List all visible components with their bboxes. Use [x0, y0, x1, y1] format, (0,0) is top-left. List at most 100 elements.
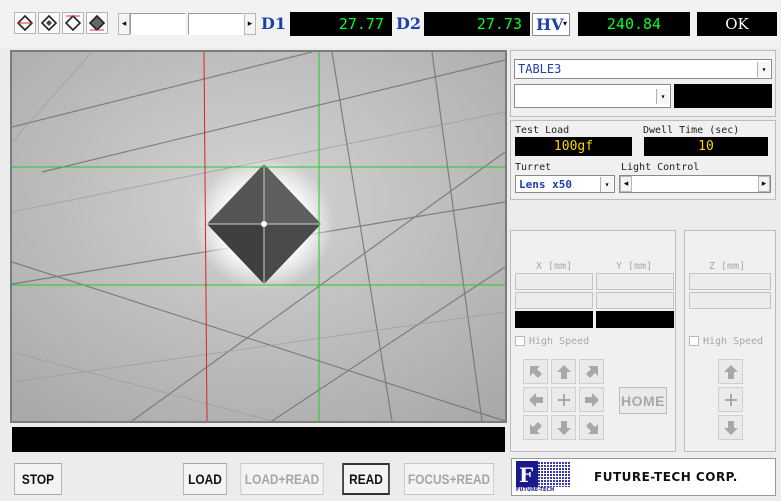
z-stage-panel: Z [mm] High Speed [684, 230, 776, 452]
diamond-icon [88, 14, 106, 32]
hardness-scale-select[interactable]: HV ▾ [532, 13, 570, 36]
y-position-display [596, 311, 674, 328]
plus-icon [724, 393, 737, 406]
load-read-button[interactable]: LOAD+READ [240, 463, 324, 495]
focus-read-button[interactable]: FOCUS+READ [403, 463, 495, 495]
test-load-label: Test Load [515, 125, 570, 136]
company-name: FUTURE-TECH CORP. [594, 470, 738, 484]
x-step-field[interactable] [515, 292, 593, 309]
diamond-tool-3-button[interactable] [62, 12, 84, 34]
d1-label: D1 [261, 14, 287, 33]
arrow-left-icon [528, 392, 543, 407]
arrow-up-icon [556, 364, 571, 379]
xy-stage-panel: X [mm] Y [mm] High Speed HOME [510, 230, 676, 452]
high-speed-z-label: High Speed [703, 336, 764, 347]
plus-icon [557, 393, 570, 406]
d1-readout: 27.77 [290, 12, 392, 36]
dwell-time-value: 10 [644, 137, 768, 156]
x-label: X [mm] [536, 261, 573, 272]
edit-field-2[interactable] [188, 13, 244, 35]
load-button[interactable]: LOAD [182, 463, 228, 495]
secondary-select[interactable]: ▾ [514, 84, 671, 108]
arrow-down-right-icon [585, 421, 598, 434]
jog-down-left-button[interactable] [523, 415, 548, 440]
table-panel: TABLE3 ▾ ▾ [510, 50, 776, 117]
scroll-right-button[interactable]: ▸ [244, 13, 256, 35]
arrow-down-icon [723, 420, 738, 435]
company-banner: F FUTURE-TECH FUTURE-TECH CORP. [511, 458, 776, 496]
home-button[interactable]: HOME [619, 387, 667, 414]
arrow-up-icon [723, 364, 738, 379]
x-position-display [515, 311, 593, 328]
specimen-image [12, 52, 505, 421]
jog-down-right-button[interactable] [579, 415, 604, 440]
y-step-field[interactable] [596, 292, 674, 309]
dwell-time-label: Dwell Time (sec) [643, 125, 740, 136]
diamond-icon [40, 14, 58, 32]
high-speed-z-checkbox[interactable]: High Speed [689, 336, 763, 347]
d2-readout: 27.73 [424, 12, 530, 36]
light-control-slider[interactable]: ◂ ▸ [619, 175, 771, 193]
jog-right-button[interactable] [579, 387, 604, 412]
hardness-readout: 240.84 [578, 12, 690, 36]
jog-up-left-button[interactable] [523, 359, 548, 384]
high-speed-xy-checkbox[interactable]: High Speed [515, 336, 589, 347]
arrow-up-right-icon [585, 365, 598, 378]
jog-left-button[interactable] [523, 387, 548, 412]
diamond-icon [64, 14, 82, 32]
left-arrow-icon: ◂ [121, 19, 127, 29]
svg-text:F: F [519, 463, 533, 487]
table-select[interactable]: TABLE3 ▾ [514, 59, 772, 79]
toolbar: ◂ ▸ D1 27.77 D2 27.73 HV ▾ 240.84 OK [0, 0, 781, 48]
hardness-scale-label: HV [536, 15, 564, 34]
right-arrow-icon[interactable]: ▸ [758, 176, 770, 192]
arrow-right-icon [584, 392, 599, 407]
z-step-field[interactable] [689, 292, 771, 309]
d2-label: D2 [396, 14, 422, 33]
y-label: Y [mm] [616, 261, 653, 272]
high-speed-xy-label: High Speed [529, 336, 590, 347]
z-up-button[interactable] [718, 359, 743, 384]
turret-label: Turret [515, 162, 552, 173]
company-logo: F FUTURE-TECH [514, 459, 572, 495]
dropdown-arrow-icon: ▾ [757, 62, 770, 77]
diamond-tool-1-button[interactable] [14, 12, 36, 34]
stop-button[interactable]: STOP [14, 463, 62, 495]
logo-small-text: FUTURE-TECH [516, 487, 555, 493]
diamond-icon [16, 14, 34, 32]
light-control-label: Light Control [621, 162, 700, 173]
left-arrow-icon[interactable]: ◂ [620, 176, 632, 192]
arrow-down-left-icon [529, 421, 542, 434]
checkbox-icon [689, 336, 699, 346]
turret-select[interactable]: Lens x50 ▾ [515, 175, 615, 193]
z-down-button[interactable] [718, 415, 743, 440]
arrow-up-left-icon [529, 365, 542, 378]
x-target-field[interactable] [515, 273, 593, 290]
jog-center-button[interactable] [551, 387, 576, 412]
diamond-tool-4-button[interactable] [86, 12, 108, 34]
diamond-tool-2-button[interactable] [38, 12, 60, 34]
z-target-field[interactable] [689, 273, 771, 290]
y-target-field[interactable] [596, 273, 674, 290]
microscope-view[interactable] [10, 50, 507, 423]
status-indicator: OK [697, 12, 777, 36]
arrow-down-icon [556, 420, 571, 435]
dropdown-arrow-icon: ▾ [562, 19, 567, 28]
jog-down-button[interactable] [551, 415, 576, 440]
turret-select-value: Lens x50 [519, 177, 572, 191]
right-arrow-icon: ▸ [247, 19, 253, 29]
message-bar [12, 427, 505, 452]
test-load-value: 100gf [515, 137, 632, 156]
table-select-value: TABLE3 [518, 62, 562, 76]
jog-up-right-button[interactable] [579, 359, 604, 384]
read-button[interactable]: READ [342, 463, 390, 495]
edit-field-1[interactable] [130, 13, 186, 35]
secondary-display [674, 84, 772, 108]
dropdown-arrow-icon: ▾ [600, 177, 613, 192]
z-label: Z [mm] [709, 261, 746, 272]
scroll-left-button[interactable]: ◂ [118, 13, 130, 35]
z-center-button[interactable] [718, 387, 743, 412]
jog-up-button[interactable] [551, 359, 576, 384]
dropdown-arrow-icon: ▾ [656, 89, 669, 104]
test-params-panel: Test Load Dwell Time (sec) 100gf 10 Turr… [510, 120, 776, 200]
